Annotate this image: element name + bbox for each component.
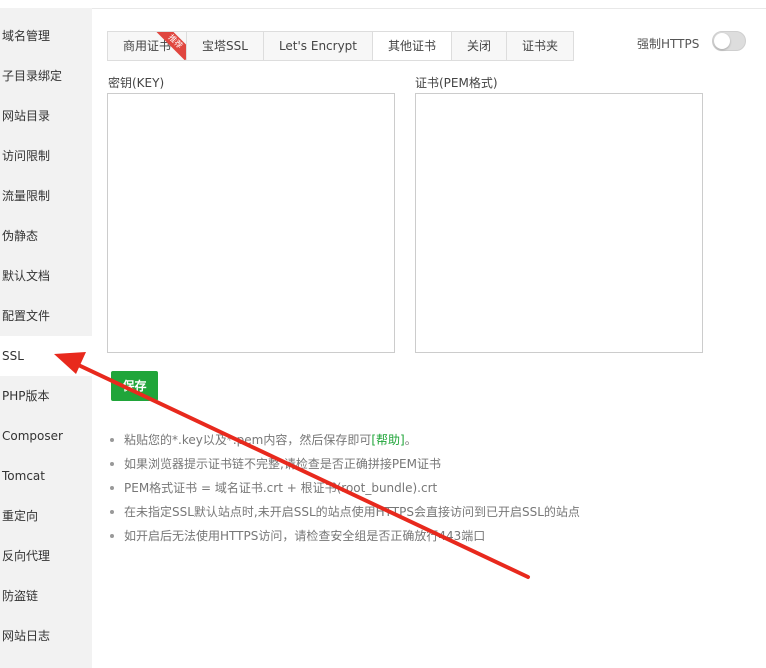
sidebar-item-site-log[interactable]: 网站日志 — [0, 616, 92, 656]
sidebar-item-access-limit[interactable]: 访问限制 — [0, 136, 92, 176]
tab-label: 关闭 — [467, 39, 492, 53]
tab-commercial-cert[interactable]: 商用证书 推荐 — [108, 32, 188, 60]
sidebar-item-default-doc[interactable]: 默认文档 — [0, 256, 92, 296]
tab-cert-folder[interactable]: 证书夹 — [507, 32, 574, 60]
force-https-label: 强制HTTPS — [637, 37, 700, 51]
sidebar-item-site-dir[interactable]: 网站目录 — [0, 96, 92, 136]
tab-bt-ssl[interactable]: 宝塔SSL — [187, 32, 264, 60]
tab-other-cert[interactable]: 其他证书 — [373, 32, 453, 60]
key-textarea[interactable] — [107, 93, 395, 353]
tip-item: 如果浏览器提示证书链不完整,请检查是否正确拼接PEM证书 — [108, 452, 668, 476]
tip-text-end: 。 — [404, 433, 417, 447]
sidebar-item-tomcat[interactable]: Tomcat — [0, 456, 92, 496]
tab-label: Let's Encrypt — [278, 39, 358, 53]
cert-textarea[interactable] — [415, 93, 703, 353]
sidebar: 域名管理 子目录绑定 网站目录 访问限制 流量限制 伪静态 默认文档 配置文件 … — [0, 8, 92, 668]
sidebar-item-php-version[interactable]: PHP版本 — [0, 376, 92, 416]
ssl-tab-bar: 商用证书 推荐 宝塔SSL Let's Encrypt 其他证书 关闭 证书夹 — [107, 31, 575, 61]
top-bar — [0, 0, 766, 9]
tip-text: 如开启后无法使用HTTPS访问，请检查安全组是否正确放行443端口 — [124, 529, 486, 543]
save-button[interactable]: 保存 — [111, 371, 158, 401]
tips-list: 粘贴您的*.key以及*.pem内容，然后保存即可[帮助]。 如果浏览器提示证书… — [108, 428, 668, 548]
help-link[interactable]: [帮助] — [371, 433, 404, 447]
tip-item: PEM格式证书 = 域名证书.crt + 根证书(root_bundle).cr… — [108, 476, 668, 500]
tip-text: 如果浏览器提示证书链不完整,请检查是否正确拼接PEM证书 — [124, 457, 441, 471]
key-field-label: 密钥(KEY) — [108, 76, 165, 90]
tab-lets-encrypt[interactable]: Let's Encrypt — [263, 32, 374, 60]
sidebar-item-hotlink[interactable]: 防盗链 — [0, 576, 92, 616]
tip-text: 在未指定SSL默认站点时,未开启SSL的站点使用HTTPS会直接访问到已开启SS… — [124, 505, 580, 519]
sidebar-item-traffic-limit[interactable]: 流量限制 — [0, 176, 92, 216]
sidebar-item-composer[interactable]: Composer — [0, 416, 92, 456]
tip-item: 如开启后无法使用HTTPS访问，请检查安全组是否正确放行443端口 — [108, 524, 668, 548]
tab-close[interactable]: 关闭 — [452, 32, 508, 60]
sidebar-item-rewrite[interactable]: 伪静态 — [0, 216, 92, 256]
sidebar-item-domain-manage[interactable]: 域名管理 — [0, 16, 92, 56]
tip-item: 粘贴您的*.key以及*.pem内容，然后保存即可[帮助]。 — [108, 428, 668, 452]
tab-label: 宝塔SSL — [202, 39, 248, 53]
tab-label: 商用证书 — [123, 39, 172, 53]
tip-text: PEM格式证书 = 域名证书.crt + 根证书(root_bundle).cr… — [124, 481, 438, 495]
sidebar-item-ssl[interactable]: SSL — [0, 336, 92, 376]
toggle-knob — [714, 33, 730, 49]
force-https-toggle[interactable] — [712, 31, 746, 51]
tab-label: 其他证书 — [388, 39, 437, 53]
sidebar-item-subdir-bind[interactable]: 子目录绑定 — [0, 56, 92, 96]
cert-field-label: 证书(PEM格式) — [415, 76, 498, 90]
tip-item: 在未指定SSL默认站点时,未开启SSL的站点使用HTTPS会直接访问到已开启SS… — [108, 500, 668, 524]
tip-text: 粘贴您的*.key以及*.pem内容，然后保存即可 — [124, 433, 372, 447]
sidebar-item-reverse-proxy[interactable]: 反向代理 — [0, 536, 92, 576]
sidebar-item-redirect[interactable]: 重定向 — [0, 496, 92, 536]
sidebar-item-config-file[interactable]: 配置文件 — [0, 296, 92, 336]
tab-label: 证书夹 — [522, 39, 559, 53]
